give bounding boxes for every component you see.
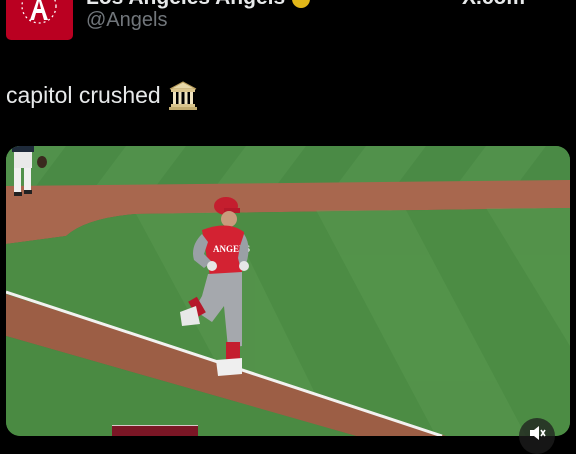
score-bug: [112, 425, 198, 436]
platform-logo: X.com: [462, 0, 525, 10]
mute-button[interactable]: [519, 418, 555, 454]
tweet-text-content: capitol crushed: [6, 81, 161, 108]
video-frame: ANGELS: [6, 146, 570, 436]
tweet-text: capitol crushed: [6, 80, 197, 110]
avatar[interactable]: [6, 0, 73, 40]
account-handle[interactable]: @Angels: [86, 9, 167, 32]
tweet-header: Los Angeles Angels @Angels X.com: [0, 0, 576, 60]
speaker-muted-icon: [530, 426, 546, 440]
verified-badge-icon: [292, 0, 310, 8]
classical-building-icon: [168, 80, 197, 110]
video-player[interactable]: ANGELS: [6, 146, 570, 436]
angels-logo-icon: [21, 0, 57, 24]
